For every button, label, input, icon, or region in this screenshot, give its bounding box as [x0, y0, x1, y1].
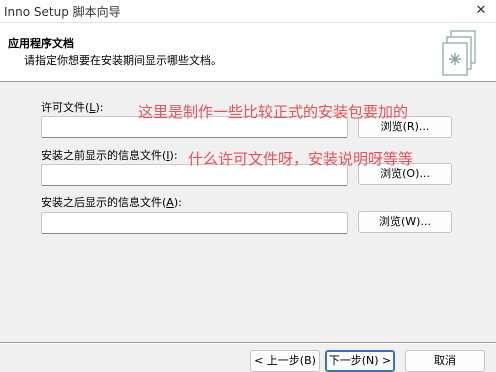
browse-info-after-button[interactable]: 浏览(W)... — [358, 211, 452, 233]
label-end: ): — [169, 149, 178, 162]
label-text: 安装之前显示的信息文件( — [41, 149, 167, 162]
label-end: ): — [95, 101, 104, 114]
accel-key: A — [166, 196, 174, 209]
annotation-line-1: 这里是制作一些比较正式的安装包要加的 — [138, 103, 409, 121]
annotation-line-2: 什么许可文件呀，安装说明呀等等 — [188, 150, 414, 168]
page-title: 应用程序文档 — [8, 37, 74, 50]
wizard-header: 应用程序文档 请指定你想要在安装期间显示哪些文档。 — [0, 23, 496, 82]
license-file-label: 许可文件(L): — [41, 99, 103, 115]
setup-wizard-icon — [442, 30, 476, 76]
info-after-label: 安装之后显示的信息文件(A): — [41, 194, 182, 210]
close-button[interactable]: ✕ — [472, 2, 490, 20]
cancel-button[interactable]: 取消 — [405, 350, 485, 372]
next-button[interactable]: 下一步(N) > — [325, 350, 395, 372]
info-after-input[interactable] — [41, 212, 348, 234]
info-before-label: 安装之前显示的信息文件(I): — [41, 147, 178, 163]
back-button[interactable]: < 上一步(B) — [250, 350, 320, 372]
footer-separator — [0, 342, 496, 344]
label-end: ): — [173, 196, 182, 209]
label-text: 安装之后显示的信息文件( — [41, 196, 167, 209]
page-description: 请指定你想要在安装期间显示哪些文档。 — [24, 54, 222, 67]
window-title: Inno Setup 脚本向导 — [4, 5, 121, 19]
label-text: 许可文件( — [41, 101, 90, 114]
title-bar: Inno Setup 脚本向导 ✕ — [0, 0, 496, 23]
